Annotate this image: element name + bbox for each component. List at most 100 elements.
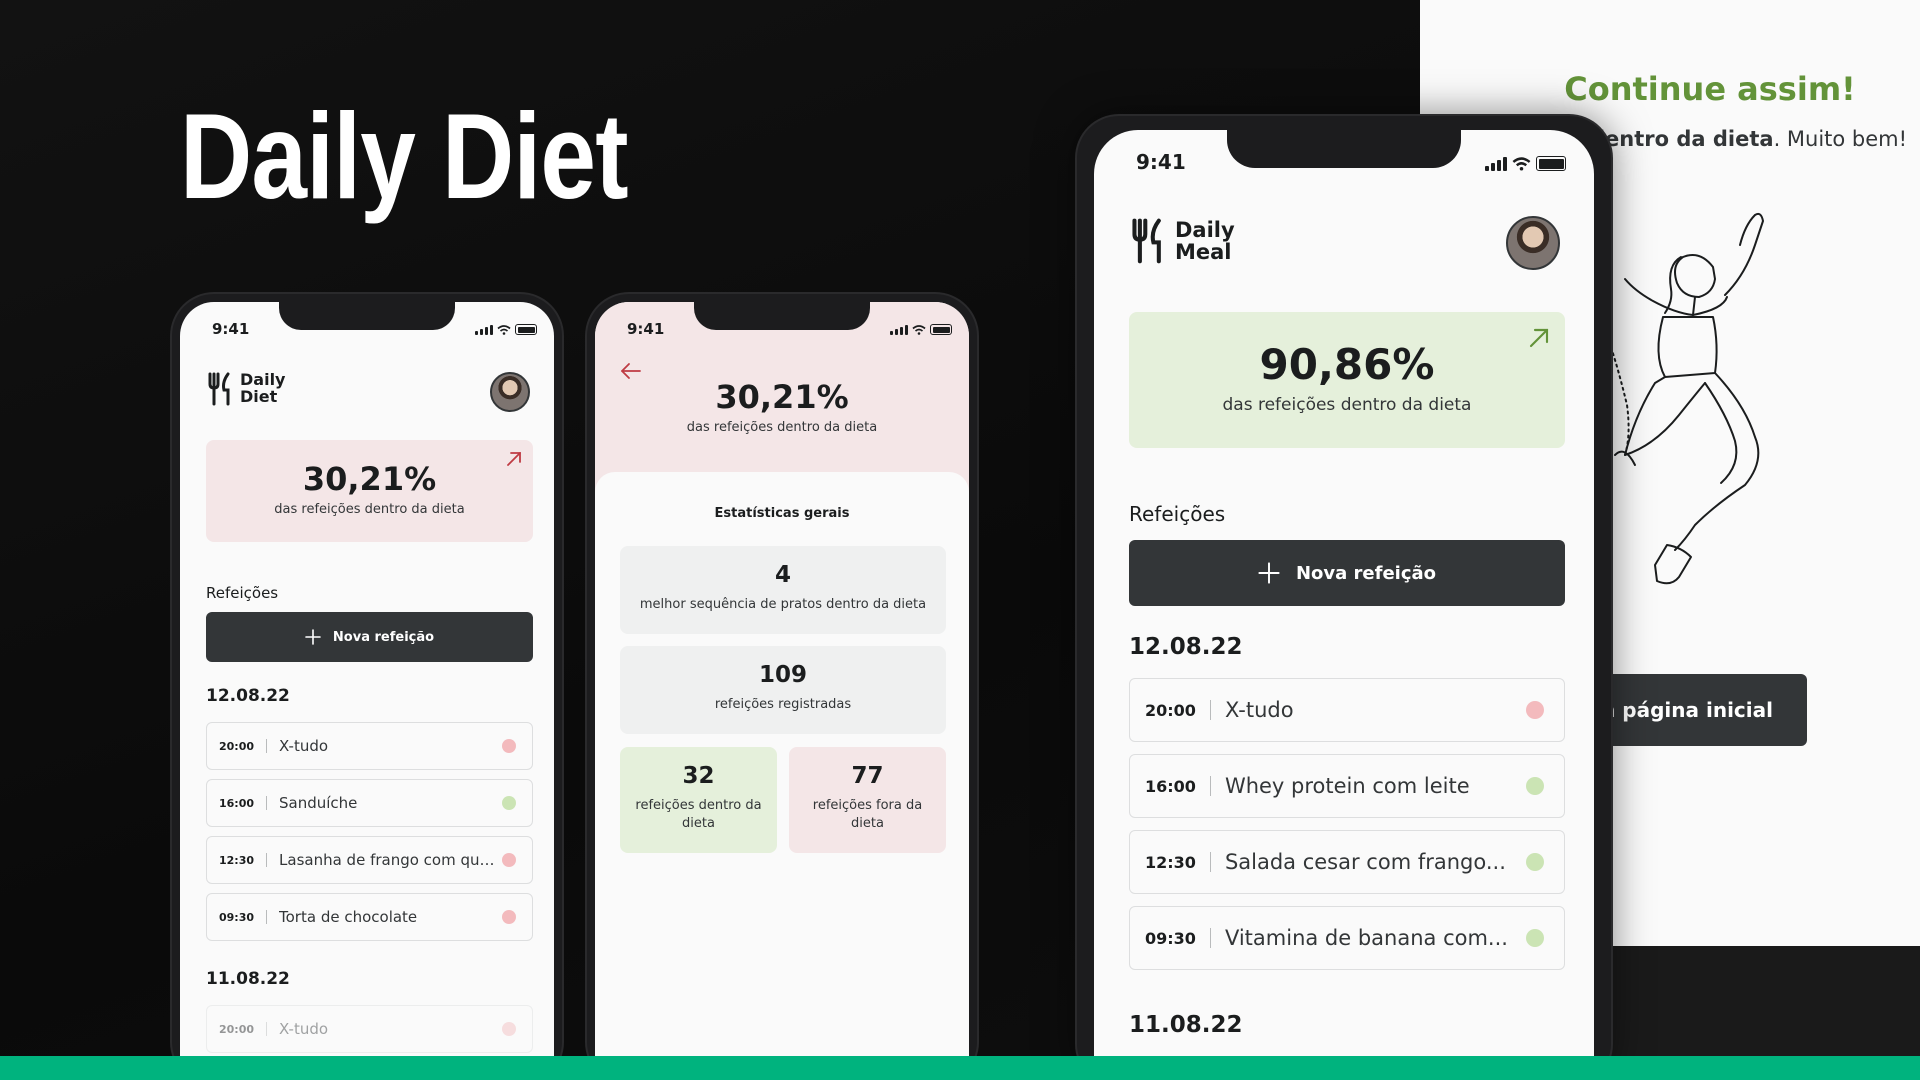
fork-knife-icon [1132,218,1161,264]
meal-row[interactable]: 09:30 Vitamina de banana com... [1129,906,1565,970]
meal-separator [266,910,268,924]
meal-time: 09:30 [1145,928,1196,948]
home-screen-green: 9:41 Daily Meal 90,86% das refeições dent… [1094,130,1594,1080]
outside-diet-card: 77 refeições fora da dieta [789,747,946,853]
battery-icon [1536,156,1566,171]
feedback-subtitle-bold: dentro da dieta [1590,127,1774,151]
best-sequence-value: 4 [774,562,791,588]
new-meal-button[interactable]: Nova refeição [206,612,533,662]
feedback-subtitle-rest: . Muito bem! [1773,127,1908,151]
celebrating-person-illustration [1602,212,1764,585]
meal-row[interactable]: 16:00 Sanduíche [206,779,533,827]
signal-icon [890,325,908,335]
out-of-diet-status-dot [502,910,516,924]
logo-line-2: Diet [240,387,278,406]
diet-percentage-label: das refeições dentro da dieta [274,502,465,517]
plus-icon [305,629,321,645]
out-of-diet-status-dot [502,1022,516,1036]
stats-percentage: 30,21% das refeições dentro da dieta [595,378,969,435]
status-time: 9:41 [212,320,250,338]
out-of-diet-status-dot [502,739,516,753]
meal-row[interactable]: 20:00 X-tudo [206,722,533,770]
meal-separator [266,796,268,810]
meal-name: Torta de chocolate [279,908,418,926]
phone-home-red: 9:41 Daily Diet 30,21% das refeições dent… [172,294,562,1080]
meals-section-label: Refeições [206,584,279,602]
meal-name: X-tudo [279,737,329,755]
phone-home-green: 9:41 Daily Meal 90,86% das refeições dent… [1077,116,1611,1080]
battery-icon [930,324,952,335]
signal-icon [1485,157,1507,171]
meal-name: Vitamina de banana com... [1224,926,1508,950]
meal-name: Whey protein com leite [1224,774,1470,798]
meal-time: 16:00 [1145,776,1196,796]
meal-time: 16:00 [219,796,255,810]
wifi-icon [497,325,511,335]
meal-separator [266,1022,268,1036]
diet-percentage-card[interactable]: 90,86% das refeições dentro da dieta [1129,312,1565,448]
new-meal-label: Nova refeição [332,629,435,645]
stats-percentage-label: das refeições dentro da dieta [686,420,878,435]
status-icons [1485,156,1566,171]
arrow-up-right-icon [1529,328,1549,348]
in-diet-status-dot [1526,929,1544,947]
diet-percentage-label: das refeições dentro da dieta [1222,395,1472,415]
logo-text: Daily Diet [240,371,285,406]
in-diet-status-dot [1526,853,1544,871]
phone-statistics: 9:41 30,21% das refeições dentro da diet… [587,294,977,1080]
wifi-icon [1512,157,1531,171]
inside-diet-value: 32 [682,763,715,789]
diet-percentage-value: 30,21% [302,460,437,498]
meal-row[interactable]: 12:30 Lasanha de frango com queijo [206,836,533,884]
meal-name: Lasanha de frango com queijo [279,851,502,869]
meal-separator [266,853,268,867]
arrow-up-right-icon [507,452,521,466]
meal-separator [1209,928,1211,948]
back-to-home-button[interactable]: ra a página inicial [1590,674,1807,746]
status-icons [475,324,537,335]
meal-row[interactable]: 12:30 Salada cesar com frango... [1129,830,1565,894]
new-meal-button[interactable]: Nova refeição [1129,540,1565,606]
registered-meals-value: 109 [758,662,807,688]
meal-name: Salada cesar com frango... [1224,850,1506,874]
meal-separator [1209,700,1211,720]
outside-diet-value: 77 [851,763,884,789]
user-avatar[interactable] [1506,216,1560,270]
feedback-title: Continue assim! [1564,70,1856,108]
stats-percentage-value: 30,21% [715,378,849,416]
meals-section-label: Refeições [1129,502,1226,526]
best-sequence-label: melhor sequência de pratos dentro da die… [639,597,927,612]
stats-title: Estatísticas gerais [714,506,850,521]
inside-diet-card: 32 refeições dentro da dieta [620,747,777,853]
out-of-diet-status-dot [502,853,516,867]
logo-text: Daily Meal [1175,219,1235,263]
diet-percentage-card[interactable]: 30,21% das refeições dentro da dieta [206,440,533,542]
in-diet-status-dot [1526,777,1544,795]
phone-notch [279,302,455,330]
meal-row[interactable]: 20:00 X-tudo [206,1005,533,1053]
meal-separator [1209,852,1211,872]
meal-time: 20:00 [1145,700,1196,720]
in-diet-status-dot [502,796,516,810]
registered-meals-label: refeições registradas [714,697,852,712]
date-heading: 11.08.22 [1129,1012,1243,1038]
brand-bottom-bar [0,1056,1920,1080]
meal-time: 12:30 [219,853,255,867]
status-time: 9:41 [627,320,665,338]
registered-meals-card: 109 refeições registradas [620,646,946,734]
status-icons [890,324,952,335]
date-heading: 12.08.22 [1129,634,1243,660]
home-screen-red: 9:41 Daily Diet 30,21% das refeições dent… [180,302,554,1080]
meal-row[interactable]: 16:00 Whey protein com leite [1129,754,1565,818]
meal-row[interactable]: 20:00 X-tudo [1129,678,1565,742]
status-time: 9:41 [1136,150,1186,174]
outside-diet-label: refeições fora da dieta [812,798,923,831]
user-avatar[interactable] [490,372,530,412]
meal-name: Sanduíche [279,794,358,812]
meal-time: 09:30 [219,910,255,924]
meal-row[interactable]: 09:30 Torta de chocolate [206,893,533,941]
app-logo: Daily Diet [206,371,285,406]
best-sequence-card: 4 melhor sequência de pratos dentro da d… [620,546,946,634]
logo-line-2: Meal [1175,240,1232,264]
signal-icon [475,325,493,335]
